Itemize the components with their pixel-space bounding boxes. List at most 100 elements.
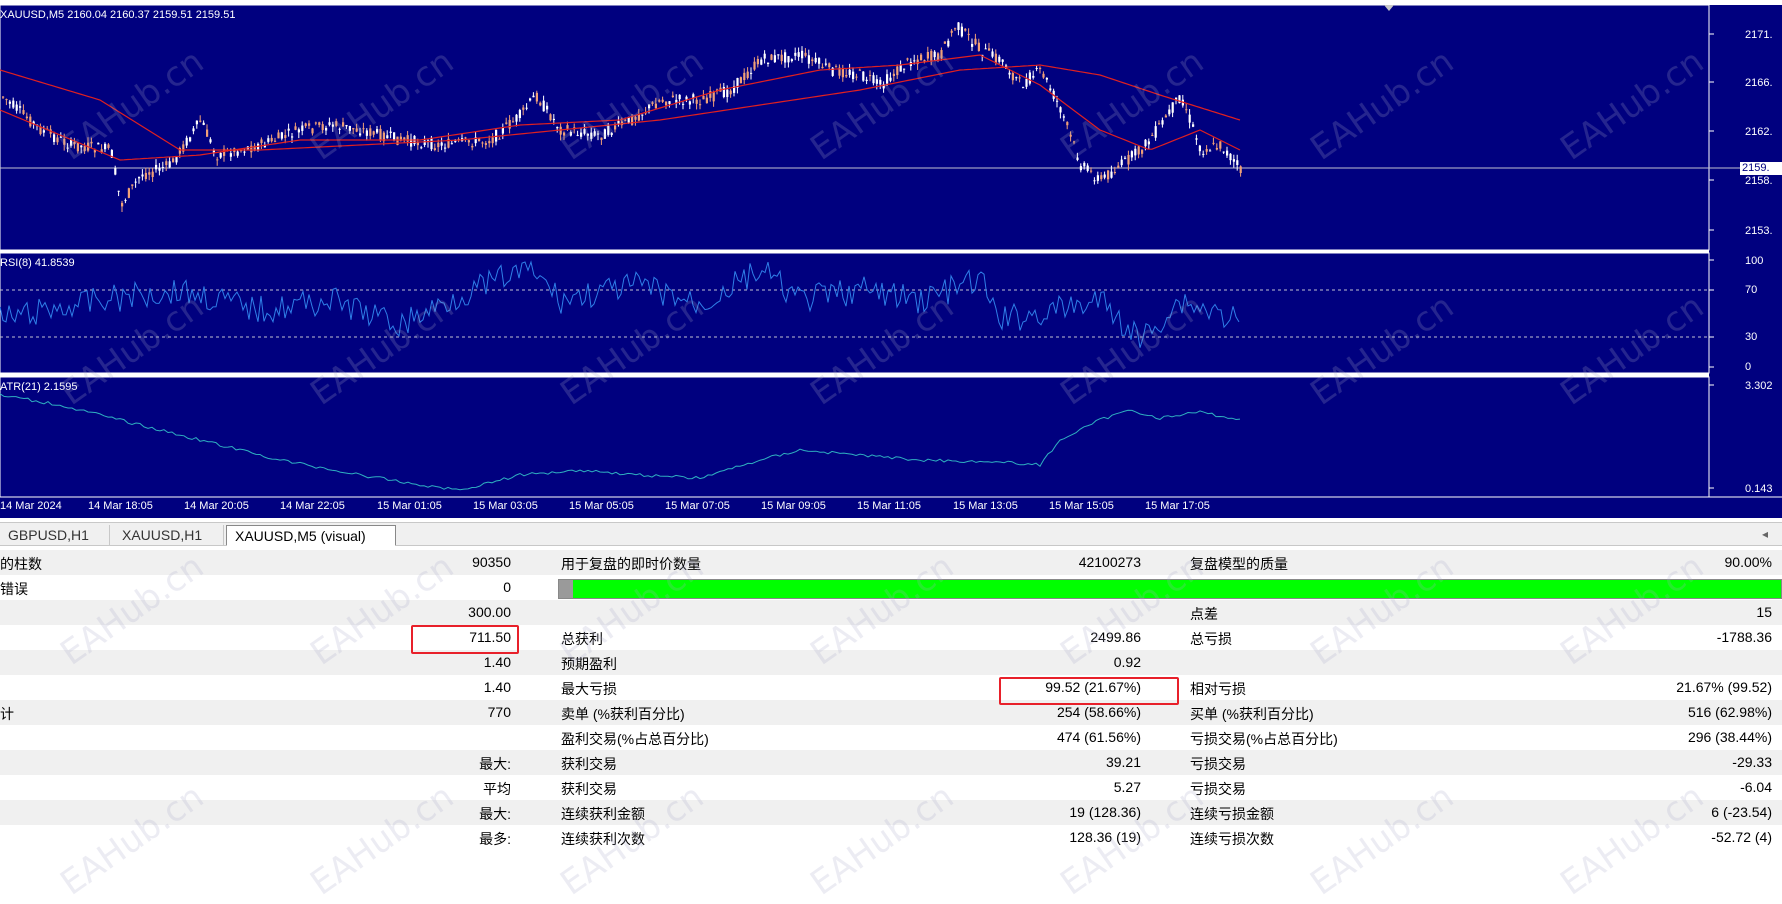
candle-body	[869, 75, 872, 77]
candle-body	[858, 69, 861, 71]
candle-body	[229, 153, 232, 157]
candle-body	[811, 59, 814, 62]
candle-body	[552, 118, 555, 121]
candle-body	[1096, 175, 1099, 181]
candle-body	[1086, 165, 1089, 171]
candle-body	[393, 132, 396, 141]
report-label: 相对亏损	[1190, 681, 1246, 697]
candle-body	[301, 125, 304, 131]
price-axis-label: 2166.	[1745, 77, 1773, 89]
candle-body	[712, 92, 715, 102]
rsi-axis-label: 70	[1745, 284, 1758, 296]
candle-body	[1137, 146, 1140, 155]
candle-body	[841, 68, 844, 78]
candle-body	[420, 147, 423, 149]
highlight-box	[411, 625, 519, 654]
scroll-left-arrow-icon[interactable]: ◂	[1762, 527, 1768, 541]
time-axis-label: 14 Mar 2024	[0, 500, 62, 512]
candle-body	[971, 43, 974, 47]
time-axis-label: 15 Mar 03:05	[473, 500, 538, 512]
atr-line	[0, 393, 1241, 491]
candle-body	[216, 159, 219, 161]
candle-body	[1079, 166, 1082, 171]
report-value: 1.40	[483, 654, 511, 670]
candle-body	[1049, 88, 1052, 91]
candle-body	[1042, 73, 1045, 78]
candle-body	[202, 122, 205, 125]
candle-body	[950, 30, 953, 33]
tab-xauusd-h1[interactable]: XAUUSD,H1	[114, 525, 224, 546]
candle-body	[960, 26, 963, 37]
candle-body	[1151, 135, 1154, 137]
candle-body	[277, 132, 280, 139]
time-axis-label: 14 Mar 22:05	[280, 500, 345, 512]
candle-body	[1164, 115, 1167, 118]
tab-xauusd-m5-visual[interactable]: XAUUSD,M5 (visual)	[226, 525, 396, 546]
candle-body	[1168, 109, 1171, 115]
candle-body	[185, 137, 188, 146]
candle-body	[219, 152, 222, 158]
tab-gbpusd-h1[interactable]: GBPUSD,H1	[0, 525, 110, 546]
candle-body	[967, 33, 970, 35]
atr-axis-label: 3.302	[1745, 380, 1773, 392]
candle-body	[141, 174, 144, 177]
candle-body	[396, 136, 399, 146]
candle-body	[688, 101, 691, 105]
candle-body	[1018, 77, 1021, 79]
candle-body	[556, 126, 559, 129]
candle-body	[484, 143, 487, 145]
report-label: 计	[0, 706, 14, 722]
time-axis-label: 15 Mar 17:05	[1145, 500, 1210, 512]
report-row: 1.40 最大亏损 99.52 (21.67%) 相对亏损 21.67% (99…	[0, 675, 1782, 700]
price-axis-label: 2171.	[1745, 29, 1773, 41]
candle-body	[767, 62, 770, 65]
candle-body	[943, 41, 946, 44]
candle-body	[906, 58, 909, 60]
candle-body	[19, 106, 22, 108]
candle-body	[515, 114, 518, 122]
report-label: 亏损交易	[1190, 756, 1246, 772]
candle-body	[790, 59, 793, 62]
time-axis-label: 15 Mar 01:05	[377, 500, 442, 512]
candle-body	[974, 38, 977, 45]
candle-body	[848, 69, 851, 75]
candle-body	[121, 202, 124, 207]
time-axis-label: 14 Mar 20:05	[184, 500, 249, 512]
candle-body	[1110, 171, 1113, 178]
candle-body	[1171, 102, 1174, 113]
candle-body	[1219, 141, 1222, 149]
candle-body	[209, 139, 212, 143]
candle-body	[389, 131, 392, 134]
candle-body	[780, 54, 783, 62]
report-label: 的柱数	[0, 556, 42, 572]
price-axis-label: 2158.	[1745, 175, 1773, 187]
candle-body	[1209, 150, 1212, 152]
report-label: 错误	[0, 581, 28, 597]
candle-body	[165, 161, 168, 166]
report-row: 的柱数 90350 用于复盘的即时价数量 42100273 复盘模型的质量 90…	[0, 550, 1782, 575]
candle-body	[532, 95, 535, 98]
candle-body	[699, 104, 702, 106]
candle-body	[1212, 142, 1215, 144]
candle-body	[195, 120, 198, 125]
candle-body	[505, 122, 508, 124]
candle-body	[172, 158, 175, 163]
candle-body	[274, 140, 277, 142]
candle-body	[1059, 107, 1062, 113]
report-value: 1.40	[483, 679, 511, 695]
candle-body	[773, 55, 776, 63]
candle-body	[821, 66, 824, 69]
candle-body	[406, 135, 409, 142]
report-value: 90350	[472, 554, 511, 570]
candle-body	[964, 28, 967, 31]
report-value: 42100273	[1078, 554, 1141, 570]
report-value: 474 (61.56%)	[1056, 729, 1141, 745]
report-row: 711.50 总获利 2499.86 总亏损 -1788.36	[0, 625, 1782, 650]
candle-body	[1127, 154, 1130, 165]
candle-body	[284, 135, 287, 138]
candle-body	[501, 127, 504, 134]
time-axis-label: 15 Mar 07:05	[665, 500, 730, 512]
report-value: 254 (58.66%)	[1056, 704, 1141, 720]
candle-body	[1056, 100, 1059, 102]
candle-body	[175, 157, 178, 163]
